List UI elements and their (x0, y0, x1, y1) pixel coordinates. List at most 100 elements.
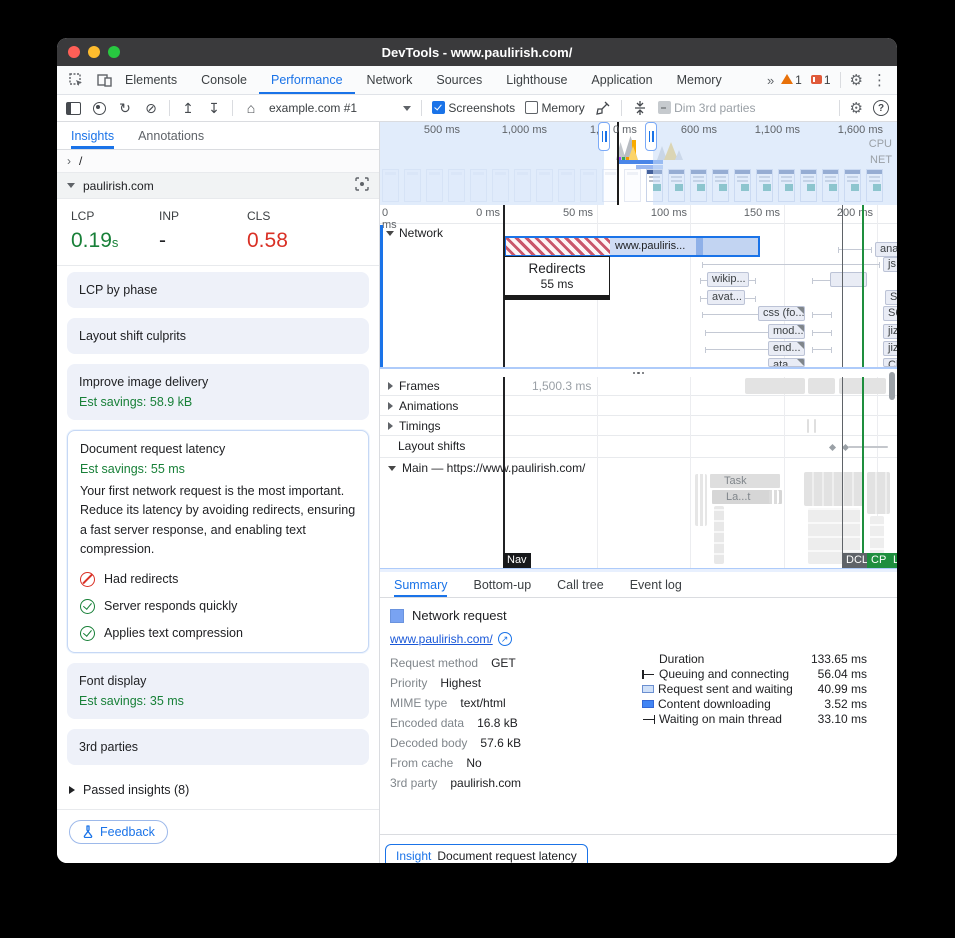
tab-summary[interactable]: Summary (394, 572, 447, 597)
request-mod[interactable]: mod... (768, 324, 805, 339)
reload-and-record-icon[interactable]: ↻ (117, 100, 133, 116)
duration-row: Content downloading3.52 ms (642, 697, 867, 711)
help-icon[interactable]: ? (873, 100, 889, 116)
metric-inp: INP - (159, 209, 247, 253)
tab-sources[interactable]: Sources (424, 67, 494, 94)
close-window-button[interactable] (68, 46, 80, 58)
layout-shifts-track[interactable]: Layout shifts (380, 435, 897, 458)
network-request-color-swatch (390, 609, 404, 623)
insight-card-lcp-by-phase[interactable]: LCP by phase (67, 272, 369, 308)
request-js[interactable]: js (ww (883, 257, 897, 272)
request-avatar[interactable]: avat... (707, 290, 745, 305)
passed-insights-toggle[interactable]: Passed insights (8) (57, 775, 379, 807)
insight-chip[interactable]: Insight Document request latency (385, 844, 588, 863)
more-tabs-icon[interactable]: » (767, 73, 772, 88)
layout-shift-marker[interactable] (829, 444, 836, 451)
tab-annotations[interactable]: Annotations (138, 122, 204, 149)
frames-track[interactable]: Frames 1,500.3 ms (380, 375, 897, 396)
tab-network[interactable]: Network (355, 67, 425, 94)
performance-main-pane: 500 ms 1,000 ms 1, 0 ms 600 ms 1,100 ms … (380, 122, 897, 863)
tab-bottom-up[interactable]: Bottom-up (473, 572, 531, 597)
home-icon[interactable]: ⌂ (243, 100, 259, 116)
target-selector[interactable]: example.com #1 (269, 101, 411, 115)
external-link-icon[interactable]: ↗ (498, 632, 512, 646)
frame-block (745, 378, 805, 394)
divider (380, 834, 897, 835)
request-cut[interactable]: Sl (885, 290, 897, 305)
download-profile-icon[interactable]: ↧ (206, 100, 222, 116)
overview-right-handle[interactable] (645, 122, 657, 151)
summary-row: Decoded body57.6 kB (390, 736, 521, 750)
minimize-window-button[interactable] (88, 46, 100, 58)
request-cut[interactable]: S6 (883, 306, 897, 321)
tree-item-root[interactable]: › / (57, 150, 379, 173)
insight-card-improve-image-delivery[interactable]: Improve image delivery Est savings: 58.9… (67, 364, 369, 420)
request-wikip[interactable]: wikip... (707, 272, 749, 287)
capture-settings-gear-icon[interactable]: ⚙ (850, 101, 863, 116)
tab-event-log[interactable]: Event log (630, 572, 682, 597)
task-bar[interactable]: Task (710, 474, 780, 488)
maximize-window-button[interactable] (108, 46, 120, 58)
request-analytics[interactable]: analytic (875, 242, 897, 257)
summary-row: MIME typetext/html (390, 696, 506, 710)
tab-memory[interactable]: Memory (665, 67, 734, 94)
tree-item-site[interactable]: paulirish.com (57, 173, 379, 199)
request-cut[interactable]: jiz (883, 324, 897, 339)
request-sent-icon (642, 685, 654, 693)
dim-3rd-parties-checkbox[interactable]: Dim 3rd parties (658, 101, 756, 115)
insight-card-document-request-latency[interactable]: Document request latency Est savings: 55… (67, 430, 369, 653)
tab-performance[interactable]: Performance (259, 67, 355, 94)
tab-insights[interactable]: Insights (71, 122, 114, 149)
warning-icon (781, 74, 793, 84)
request-url-link[interactable]: www.paulirish.com/ (390, 632, 493, 646)
tracks-splitter[interactable] (380, 367, 897, 377)
request-www-paulirish[interactable]: www.pauliris... (504, 236, 760, 257)
insight-card-3rd-parties[interactable]: 3rd parties (67, 729, 369, 765)
request-cut[interactable]: jiz (883, 341, 897, 356)
record-icon[interactable] (91, 100, 107, 116)
settings-gear-icon[interactable]: ⚙ (850, 73, 863, 88)
tab-call-tree[interactable]: Call tree (557, 572, 604, 597)
field-data-icon[interactable] (355, 177, 369, 194)
request-whisker (812, 349, 832, 350)
timings-track[interactable]: Timings (380, 415, 897, 436)
divider (621, 100, 622, 116)
lcp-badge[interactable]: CP (867, 553, 890, 568)
request-cut[interactable]: Cl (883, 358, 897, 367)
request-end[interactable]: end... (768, 341, 805, 356)
dcl-marker-line (842, 205, 843, 568)
animations-track[interactable]: Animations (380, 395, 897, 416)
more-options-icon[interactable]: ⋮ (872, 73, 887, 88)
upload-profile-icon[interactable]: ↥ (180, 100, 196, 116)
frame-duration: 1,500.3 ms (532, 379, 591, 393)
device-toolbar-icon[interactable] (95, 72, 113, 88)
request-css[interactable]: css (fo... (758, 306, 805, 321)
warnings-indicator[interactable]: 1 (781, 73, 802, 87)
collect-garbage-icon[interactable] (595, 100, 611, 116)
overview-left-handle[interactable] (598, 122, 610, 151)
memory-checkbox[interactable]: Memory (525, 101, 585, 115)
inspect-element-icon[interactable] (67, 72, 85, 88)
clear-icon[interactable]: ⊘ (143, 100, 159, 116)
main-thread-track[interactable]: Main — https://www.paulirish.com/ Task L… (380, 457, 897, 569)
issues-indicator[interactable]: 1 (811, 73, 831, 87)
request-partial[interactable]: ata... (768, 358, 805, 367)
feedback-button[interactable]: Feedback (69, 820, 168, 844)
timeline-overview[interactable]: 500 ms 1,000 ms 1, 0 ms 600 ms 1,100 ms … (380, 122, 897, 205)
est-savings: Est savings: 35 ms (79, 694, 357, 708)
insight-card-layout-shift-culprits[interactable]: Layout shift culprits (67, 318, 369, 354)
tab-elements[interactable]: Elements (113, 67, 189, 94)
network-track-header[interactable]: Network (386, 226, 443, 240)
nav-badge[interactable]: Nav (503, 553, 531, 568)
tab-console[interactable]: Console (189, 67, 259, 94)
screenshots-checkbox[interactable]: Screenshots (432, 101, 515, 115)
overview-tick: 0 ms (613, 124, 641, 136)
tab-application[interactable]: Application (579, 67, 664, 94)
shortcuts-dialog-icon[interactable] (632, 100, 648, 116)
tracks-scrollbar[interactable] (889, 372, 895, 400)
request-whisker (812, 332, 832, 333)
toggle-sidebar-icon[interactable] (65, 100, 81, 116)
tab-lighthouse[interactable]: Lighthouse (494, 67, 579, 94)
insight-card-font-display[interactable]: Font display Est savings: 35 ms (67, 663, 369, 719)
marker-badge[interactable]: L (889, 553, 897, 568)
